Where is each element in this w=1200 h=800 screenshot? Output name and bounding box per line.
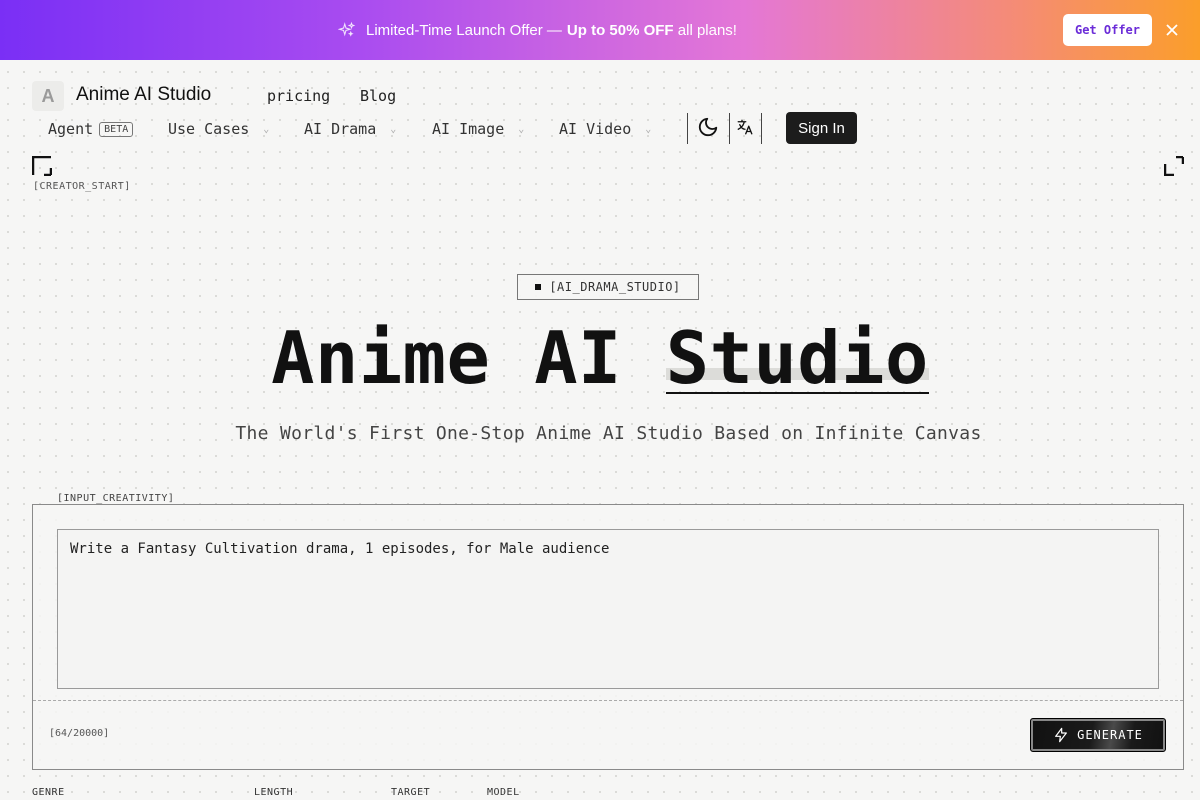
title-highlight: Studio	[665, 316, 929, 400]
brand-name[interactable]: Anime AI Studio	[76, 84, 211, 106]
studio-tag: [AI_DRAMA_STUDIO]	[517, 274, 699, 300]
chevron-down-icon: ⌄	[390, 123, 397, 135]
generate-label: GENERATE	[1077, 728, 1143, 742]
prompt-textarea[interactable]: Write a Fantasy Cultivation drama, 1 epi…	[57, 529, 1159, 689]
nav-item-label: Agent	[48, 120, 94, 138]
sparkles-icon	[338, 21, 356, 37]
promo-message: Limited-Time Launch Offer — Up to 50% OF…	[338, 19, 737, 41]
nav-item-ai-video[interactable]: AI Video ⌄	[559, 119, 651, 139]
promo-suffix: all plans!	[677, 21, 737, 39]
divider	[729, 113, 730, 144]
chevron-down-icon: ⌄	[263, 123, 270, 135]
title-main: Anime AI	[271, 316, 622, 400]
logo[interactable]: A	[32, 81, 64, 111]
nav-item-label: AI Drama	[304, 120, 377, 138]
promo-highlight: Up to 50% OFF	[566, 21, 674, 39]
nav-item-use-cases[interactable]: Use Cases ⌄	[168, 119, 269, 139]
get-offer-button[interactable]: Get Offer	[1063, 14, 1152, 46]
option-label-model: MODEL	[487, 787, 520, 798]
nav-item-ai-drama[interactable]: AI Drama ⌄	[304, 119, 396, 139]
beta-badge: BETA	[99, 121, 134, 137]
nav-item-agent[interactable]: Agent BETA	[48, 119, 134, 139]
studio-tag-label: [AI_DRAMA_STUDIO]	[549, 280, 681, 294]
nav-link-pricing[interactable]: pricing	[267, 87, 330, 105]
option-label-length: LENGTH	[254, 787, 294, 798]
square-icon	[535, 284, 542, 290]
lightning-icon	[1055, 727, 1068, 743]
divider	[761, 113, 762, 144]
promo-banner: Limited-Time Launch Offer — Up to 50% OF…	[0, 0, 1200, 60]
sign-in-button[interactable]: Sign In	[786, 112, 857, 144]
moon-icon[interactable]	[695, 114, 721, 140]
panel-divider	[33, 700, 1183, 701]
nav-item-label: AI Video	[559, 120, 632, 138]
option-label-genre: GENRE	[32, 787, 65, 798]
expand-icon[interactable]	[1164, 156, 1184, 176]
corner-label: [CREATOR_START]	[33, 181, 131, 192]
nav-item-label: Use Cases	[168, 120, 250, 138]
nav-link-blog[interactable]: Blog	[360, 87, 396, 105]
generate-button[interactable]: GENERATE	[1030, 718, 1166, 752]
panel-label: [INPUT_CREATIVITY]	[49, 493, 183, 504]
translate-icon[interactable]	[732, 114, 758, 140]
page-title: Anime AI Studio	[0, 316, 1200, 400]
corner-bracket-icon	[44, 168, 52, 176]
option-label-target: TARGET	[391, 787, 431, 798]
chevron-down-icon: ⌄	[518, 123, 525, 135]
chevron-down-icon: ⌄	[645, 123, 652, 135]
nav-item-label: AI Image	[432, 120, 505, 138]
logo-letter: A	[41, 85, 55, 106]
promo-prefix: Limited-Time Launch Offer —	[366, 21, 562, 39]
divider	[687, 113, 688, 144]
close-icon[interactable]	[1162, 20, 1182, 40]
nav-item-ai-image[interactable]: AI Image ⌄	[432, 119, 524, 139]
page-subtitle: The World's First One-Stop Anime AI Stud…	[235, 423, 982, 444]
character-counter: [64/20000]	[49, 728, 110, 739]
